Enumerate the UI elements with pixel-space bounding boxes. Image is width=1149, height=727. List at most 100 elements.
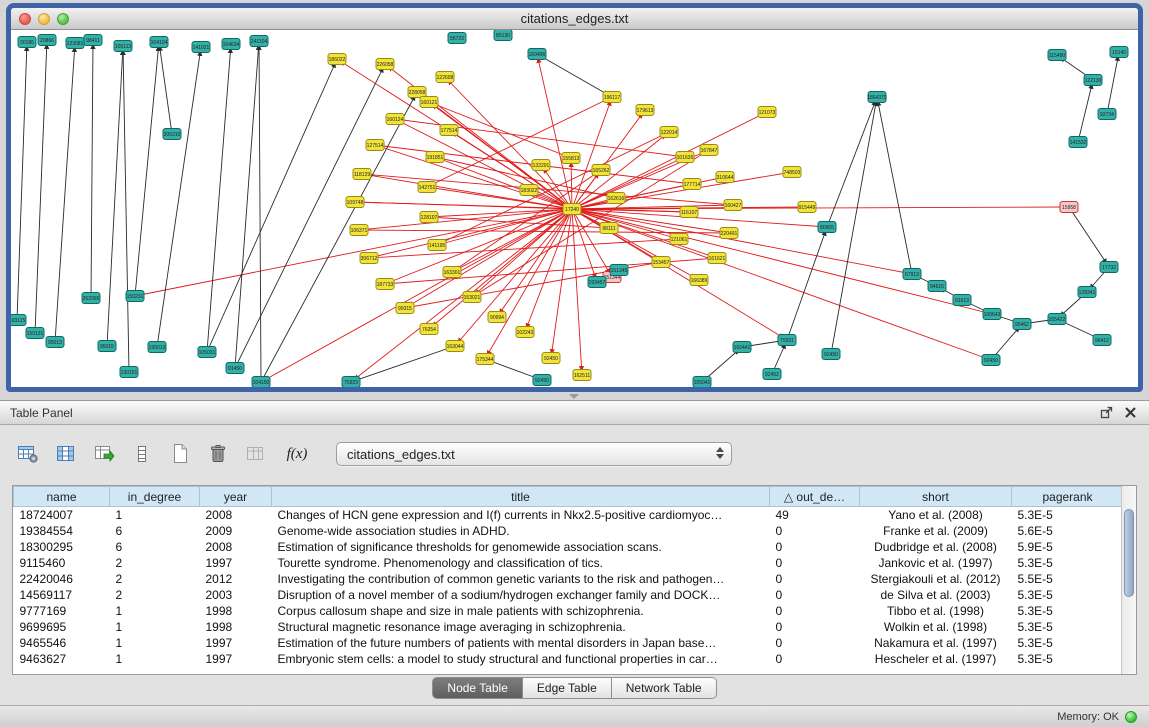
column-chooser-icon[interactable] [52,441,80,467]
graph-node[interactable]: 127514 [366,140,384,151]
graph-node[interactable]: 915449 [798,202,816,213]
column-header-year[interactable]: year [200,487,272,507]
graph-node[interactable]: 123081 [66,38,84,49]
table-row[interactable]: 1872400712008Changes of HCN gene express… [14,507,1124,523]
graph-node[interactable]: 92450 [542,353,560,364]
graph-node[interactable]: 153021 [463,292,481,303]
table-row[interactable]: 1938455462009Genome-wide association stu… [14,523,1124,539]
graph-node[interactable]: 306712 [360,253,378,264]
graph-node[interactable]: 15958 [1060,202,1078,213]
delete-table-icon[interactable] [204,441,232,467]
column-header-pagerank[interactable]: pagerank [1012,487,1124,507]
graph-node[interactable]: 141021 [192,42,210,53]
splitter-handle[interactable] [566,393,582,400]
graph-node[interactable]: 175344 [476,354,494,365]
graph-node[interactable]: 166389 [690,275,708,286]
table-row[interactable]: 969969511998Structural magnetic resonanc… [14,619,1124,635]
graph-node[interactable]: 76254 [420,324,438,335]
tab-network-table[interactable]: Network Table [612,677,717,699]
graph-node[interactable]: 95462 [1013,319,1031,330]
graph-node[interactable]: 141532 [1069,137,1087,148]
graph-node[interactable]: 161621 [708,253,726,264]
graph-node[interactable]: 748503 [783,167,801,178]
table-row[interactable]: 1456911722003Disruption of a novel membe… [14,587,1124,603]
table-row[interactable]: 946554611997Estimation of the future num… [14,635,1124,651]
graph-node[interactable]: 67913 [903,269,921,280]
rows-icon[interactable] [128,441,156,467]
network-graph[interactable]: 1724022805816012412751411812910974810637… [11,30,1138,387]
close-panel-icon[interactable] [1121,405,1139,421]
graph-node[interactable]: 141195 [428,240,446,251]
graph-node[interactable]: 262065 [82,293,100,304]
tab-edge-table[interactable]: Edge Table [523,677,612,699]
graph-node[interactable]: 102243 [516,327,534,338]
column-header-in-degree[interactable]: in_degree [110,487,200,507]
graph-node[interactable]: 228058 [408,87,426,98]
graph-node[interactable]: 104104 [150,37,168,48]
graph-node[interactable]: 187733 [376,279,394,290]
tab-node-table[interactable]: Node Table [432,677,523,699]
graph-node[interactable]: 92450 [822,349,840,360]
graph-node[interactable]: 165262 [592,165,610,176]
graph-node[interactable]: 92450 [533,375,551,386]
table-row[interactable]: 1830029562008Estimation of significance … [14,539,1124,555]
graph-node[interactable]: 155813 [562,153,580,164]
graph-node[interactable]: 85130 [494,30,512,41]
table-scrollbar[interactable] [1121,486,1136,674]
minimize-window-button[interactable] [38,13,50,25]
graph-node[interactable]: 162511 [573,370,591,381]
graph-node[interactable]: 241104 [250,36,268,47]
graph-node[interactable]: 95013 [46,337,64,348]
table-row[interactable]: 946362711997Embryonic stem cells: a mode… [14,651,1124,667]
close-window-button[interactable] [19,13,31,25]
graph-node[interactable]: 20866 [38,35,56,46]
graph-node[interactable]: 105041 [693,377,711,388]
graph-node[interactable]: 105422 [1048,314,1066,325]
graph-node[interactable]: 115480 [1048,50,1066,61]
float-panel-icon[interactable] [1097,405,1115,421]
graph-node[interactable]: 55723 [448,33,466,44]
graph-node[interactable]: 15140 [1110,47,1128,58]
graph-node[interactable]: 1864379 [867,92,887,103]
column-header-title[interactable]: title [272,487,770,507]
graph-node[interactable]: 193457 [588,277,606,288]
column-header-out-degree[interactable]: △ out_de… [770,487,860,507]
column-header-name[interactable]: name [14,487,110,507]
graph-node[interactable]: 177714 [683,179,701,190]
graph-node[interactable]: 116107 [680,207,698,218]
graph-node[interactable]: 150131 [26,328,44,339]
graph-node[interactable]: 80965 [818,222,836,233]
graph-node[interactable]: 109748 [346,197,364,208]
zoom-window-button[interactable] [57,13,69,25]
graph-node[interactable]: 130151 [120,367,138,378]
graph-node[interactable]: 122608 [436,72,454,83]
graph-node[interactable]: 92452 [763,369,781,380]
graph-node[interactable]: 103115 [11,315,26,326]
graph-node[interactable]: 95015 [98,341,116,352]
column-header-short[interactable]: short [860,487,1012,507]
graph-node[interactable]: 162616 [607,193,625,204]
graph-node[interactable]: 104150 [252,377,270,388]
graph-node[interactable]: 94615 [928,281,946,292]
graph-node[interactable]: 105031 [198,347,216,358]
graph-node[interactable]: 100643 [983,309,1001,320]
graph-node[interactable]: 91450 [226,363,244,374]
graph-node[interactable]: 196117 [603,92,621,103]
graph-node[interactable]: 96412 [1093,335,1111,346]
graph-node[interactable]: 101626 [676,152,694,163]
graph-node[interactable]: 91613 [953,295,971,306]
graph-node[interactable]: 150231 [126,291,144,302]
graph-node[interactable]: 98411 [84,35,102,46]
table-row[interactable]: 2242004622012Investigating the contribut… [14,571,1124,587]
graph-node[interactable]: 310644 [716,172,734,183]
graph-node[interactable]: 151345 [610,265,628,276]
graph-node[interactable]: 106371 [350,225,368,236]
graph-node[interactable]: 99315 [396,303,414,314]
graph-node[interactable]: 122130 [1084,75,1102,86]
table-selector-dropdown[interactable]: citations_edges.txt [336,442,732,466]
graph-node[interactable]: 128341 [1078,287,1096,298]
graph-node[interactable]: 163301 [443,267,461,278]
graph-node[interactable]: 132201 [532,160,550,171]
graph-node[interactable]: 92450 [982,355,1000,366]
graph-node[interactable]: 153457 [652,257,670,268]
